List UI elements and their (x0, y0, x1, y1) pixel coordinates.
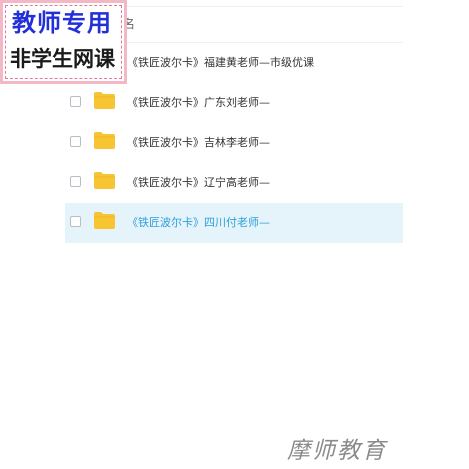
stamp-line-2: 非学生网课 (10, 47, 115, 71)
folder-icon (94, 212, 115, 229)
folder-row[interactable]: 《铁匠波尔卡》辽宁高老师— (65, 163, 403, 203)
folder-row[interactable]: 《铁匠波尔卡》吉林李老师— (65, 123, 403, 163)
folder-icon (94, 92, 115, 109)
folder-name[interactable]: 《铁匠波尔卡》广东刘老师— (127, 94, 270, 110)
folder-name[interactable]: 《铁匠波尔卡》四川付老师— (127, 214, 270, 230)
folder-row[interactable]: 《铁匠波尔卡》广东刘老师— (65, 83, 403, 123)
folder-icon (94, 172, 115, 189)
file-browser-page: 名 《铁匠波尔卡》福建黄老师—市级优课 《铁匠波尔卡》广东刘老师— 《铁匠波尔卡… (0, 0, 469, 469)
folder-name[interactable]: 《铁匠波尔卡》吉林李老师— (127, 134, 270, 150)
row-checkbox[interactable] (70, 96, 81, 107)
folder-row-selected[interactable]: 《铁匠波尔卡》四川付老师— (65, 203, 403, 243)
teacher-only-stamp: 教师专用 非学生网课 (0, 0, 127, 84)
row-checkbox[interactable] (70, 216, 81, 227)
row-checkbox[interactable] (70, 176, 81, 187)
folder-name[interactable]: 《铁匠波尔卡》辽宁高老师— (127, 174, 270, 190)
watermark-text: 摩师教育 (287, 438, 387, 464)
stamp-line-1: 教师专用 (12, 9, 112, 37)
row-checkbox[interactable] (70, 136, 81, 147)
folder-name[interactable]: 《铁匠波尔卡》福建黄老师—市级优课 (127, 54, 314, 70)
folder-icon (94, 132, 115, 149)
